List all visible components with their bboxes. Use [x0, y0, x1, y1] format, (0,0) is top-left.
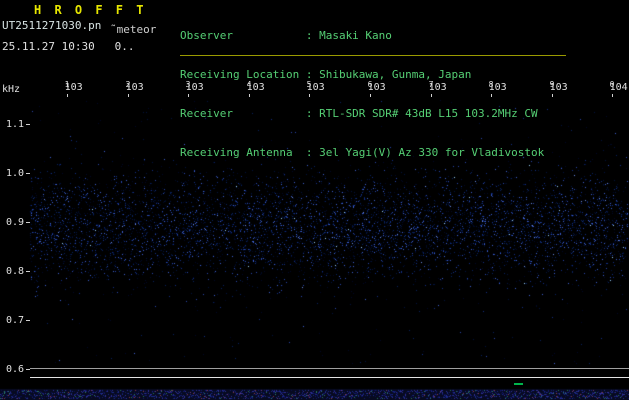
info-line-receiver: Receiver : RTL-SDR SDR# 43dB L15 103.2MH… [180, 107, 544, 120]
x-tick-label: 103 6 [354, 82, 386, 93]
y-tick-mark [26, 271, 30, 272]
info-line-observer: Observer : Masaki Kano [180, 29, 544, 42]
filename-label: UT2511271030.pn [2, 19, 101, 32]
level-reference-line-upper [30, 368, 629, 369]
info-line-antenna: Receiving Antenna : 3el Yagi(V) Az 330 f… [180, 146, 544, 159]
y-tick-label: 0.8 [0, 266, 24, 277]
app-title: H R O F F T [34, 3, 146, 17]
y-tick-label: 0.6 [0, 364, 24, 375]
x-tick-label: 103 4 [233, 82, 265, 93]
y-tick-label: 1.0 [0, 168, 24, 179]
x-tick-sup: 4 [247, 80, 252, 89]
station-name: ˜meteor [110, 23, 156, 36]
signal-marker [514, 383, 523, 385]
x-tick-mark [128, 94, 129, 97]
y-tick-label: 0.7 [0, 315, 24, 326]
y-tick-label: 0.9 [0, 217, 24, 228]
x-tick-sup: 2 [126, 80, 131, 89]
x-tick-sup: 9 [550, 80, 555, 89]
datetime-label: 25.11.27 10:30 0.. [2, 40, 134, 53]
y-axis-unit: kHz [2, 84, 20, 95]
y-tick-mark [26, 124, 30, 125]
x-tick-label: 103 8 [475, 82, 507, 93]
x-tick-sup: 1 [65, 80, 70, 89]
x-tick-sup: 0 [610, 80, 615, 89]
x-tick-mark [612, 94, 613, 97]
x-tick-label: 103 1 [51, 82, 83, 93]
x-tick-sup: 8 [489, 80, 494, 89]
x-tick-label: 104 0 [596, 82, 628, 93]
x-tick-sup: 5 [307, 80, 312, 89]
x-tick-sup: 7 [429, 80, 434, 89]
x-tick-label: 103 2 [112, 82, 144, 93]
x-tick-label: 103 7 [415, 82, 447, 93]
x-tick-label: 103 9 [536, 82, 568, 93]
y-tick-mark [26, 369, 30, 370]
y-tick-mark [26, 173, 30, 174]
x-tick-mark [552, 94, 553, 97]
x-tick-label: 103 5 [293, 82, 325, 93]
y-tick-mark [26, 222, 30, 223]
y-tick-label: 1.1 [0, 119, 24, 130]
x-tick-sup: 6 [368, 80, 373, 89]
y-tick-mark [26, 320, 30, 321]
level-reference-line-lower [30, 377, 629, 378]
x-tick-sup: 3 [186, 80, 191, 89]
hrofft-screen: H R O F F T UT2511271030.pn ˜meteor 25.1… [0, 0, 629, 400]
observer-info-block: Observer : Masaki Kano Receiving Locatio… [180, 3, 544, 185]
x-tick-mark [67, 94, 68, 97]
x-tick-label: 103 3 [172, 82, 204, 93]
